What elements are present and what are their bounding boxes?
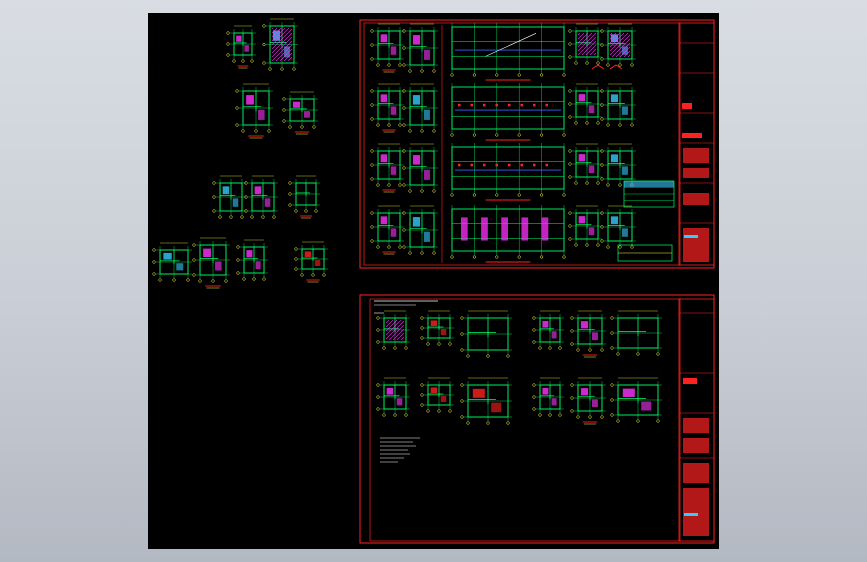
sheet-lower — [359, 294, 715, 544]
cad-model-viewport[interactable] — [148, 13, 719, 549]
drawing-svg — [152, 18, 715, 544]
title-block-lower — [678, 298, 715, 542]
general-notes — [380, 437, 420, 463]
floor-plans — [152, 18, 675, 425]
title-block-upper — [678, 22, 715, 266]
